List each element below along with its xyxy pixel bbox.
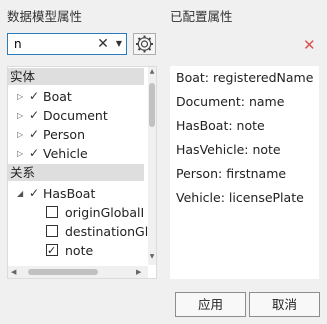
configured-attributes-list[interactable]: Boat: registeredName Document: name HasB… bbox=[170, 66, 319, 279]
tree-item-boat[interactable]: ▷ ✓ Boat bbox=[8, 87, 146, 106]
apply-button[interactable]: 应用 bbox=[175, 292, 246, 317]
horizontal-scroll-thumb[interactable] bbox=[28, 269, 98, 275]
expand-icon[interactable]: ▷ bbox=[17, 125, 23, 144]
list-item[interactable]: Document: name bbox=[176, 94, 284, 109]
list-item[interactable]: HasVehicle: note bbox=[176, 142, 281, 157]
collapse-icon[interactable]: ◢ bbox=[17, 184, 23, 203]
list-item[interactable]: Person: firstname bbox=[176, 166, 286, 181]
attribute-tree[interactable]: 实体 ▷ ✓ Boat ▷ ✓ Document ▷ ✓ Person ▷ ✓ … bbox=[7, 66, 157, 279]
tree-item-label: note bbox=[65, 243, 94, 258]
scroll-left-icon[interactable]: ◀ bbox=[11, 266, 16, 278]
clear-icon[interactable]: ✕ bbox=[96, 35, 110, 53]
check-icon[interactable]: ✓ bbox=[29, 106, 39, 125]
tree-item-document[interactable]: ▷ ✓ Document bbox=[8, 106, 146, 125]
search-input[interactable]: n bbox=[14, 37, 22, 51]
check-icon[interactable]: ✓ bbox=[29, 184, 39, 203]
tree-item-person[interactable]: ▷ ✓ Person bbox=[8, 125, 146, 144]
checkbox-checked[interactable] bbox=[46, 241, 58, 260]
tree-item-hasboat[interactable]: ◢ ✓ HasBoat bbox=[8, 184, 146, 203]
cancel-button[interactable]: 取消 bbox=[249, 292, 320, 317]
tree-item-label: Vehicle bbox=[43, 146, 88, 161]
tree-item-label: Boat bbox=[43, 89, 72, 104]
scroll-up-icon[interactable]: ▲ bbox=[148, 68, 156, 75]
tree-item-originglobalid[interactable]: originGlobalI bbox=[8, 203, 146, 222]
tree-item-label: Document bbox=[43, 108, 108, 123]
expand-icon[interactable]: ▷ bbox=[17, 106, 23, 125]
list-item[interactable]: Boat: registeredName bbox=[176, 70, 313, 85]
checkbox[interactable] bbox=[46, 225, 58, 237]
tree-item-vehicle[interactable]: ▷ ✓ Vehicle bbox=[8, 144, 146, 163]
tree-item-label: Person bbox=[43, 127, 86, 142]
list-item[interactable]: Vehicle: licensePlate bbox=[176, 190, 304, 205]
group-header-entities: 实体 bbox=[8, 68, 144, 85]
tree-item-label: originGlobalI bbox=[65, 205, 145, 220]
settings-button[interactable] bbox=[133, 33, 156, 55]
tree-item-label: destinationGl bbox=[65, 224, 149, 239]
tree-item-note[interactable]: note bbox=[8, 241, 146, 260]
data-model-attributes-title: 数据模型属性 bbox=[7, 9, 83, 24]
check-icon[interactable]: ✓ bbox=[29, 144, 39, 163]
gear-icon bbox=[136, 35, 153, 53]
expand-icon[interactable]: ▷ bbox=[17, 144, 23, 163]
search-combobox[interactable]: n ✕ ▼ bbox=[7, 33, 127, 55]
tree-item-label: HasBoat bbox=[43, 186, 96, 201]
list-item[interactable]: HasBoat: note bbox=[176, 118, 265, 133]
expand-icon[interactable]: ▷ bbox=[17, 87, 23, 106]
scroll-down-icon[interactable]: ▼ bbox=[148, 253, 156, 260]
chevron-down-icon[interactable]: ▼ bbox=[113, 35, 125, 53]
tree-item-destinationglobalid[interactable]: destinationGl bbox=[8, 222, 149, 241]
vertical-scrollbar[interactable]: ▲ ▼ bbox=[148, 67, 156, 265]
group-header-relationships: 关系 bbox=[8, 164, 144, 181]
vertical-scroll-thumb[interactable] bbox=[149, 83, 155, 127]
horizontal-scrollbar[interactable]: ◀ ▶ bbox=[8, 266, 148, 278]
check-icon[interactable]: ✓ bbox=[29, 87, 39, 106]
remove-icon[interactable]: ✕ bbox=[303, 36, 316, 54]
check-icon[interactable]: ✓ bbox=[29, 125, 39, 144]
checkbox[interactable] bbox=[46, 206, 58, 218]
scroll-right-icon[interactable]: ▶ bbox=[136, 266, 141, 278]
configured-attributes-title: 已配置属性 bbox=[170, 9, 233, 24]
